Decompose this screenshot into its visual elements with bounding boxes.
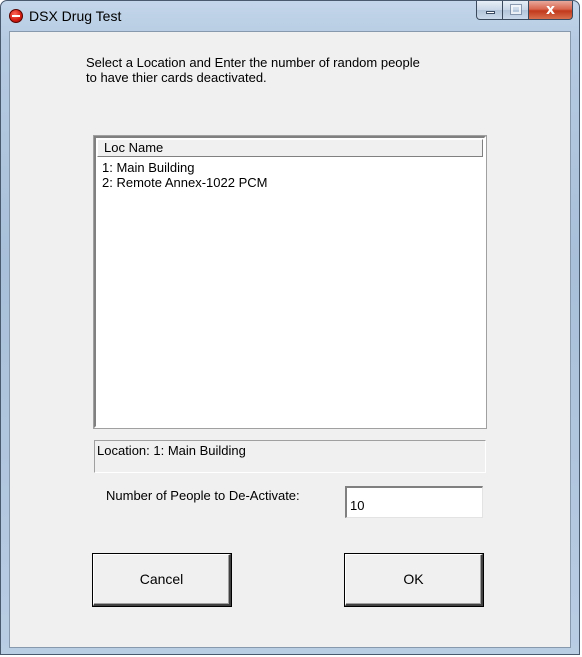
people-count-label: Number of People to De-Activate: bbox=[106, 488, 300, 503]
column-header-loc-name[interactable]: Loc Name bbox=[97, 139, 483, 157]
list-item[interactable]: 2: Remote Annex-1022 PCM bbox=[102, 175, 267, 190]
people-count-input[interactable] bbox=[345, 486, 483, 518]
stop-icon bbox=[9, 9, 23, 23]
location-list-items: 1: Main Building 2: Remote Annex-1022 PC… bbox=[102, 160, 267, 190]
list-item[interactable]: 1: Main Building bbox=[102, 160, 267, 175]
minimize-button[interactable] bbox=[476, 1, 503, 20]
ok-button[interactable]: OK bbox=[345, 554, 483, 606]
close-icon: x bbox=[545, 2, 556, 18]
caption-buttons: x bbox=[476, 1, 573, 21]
cancel-button[interactable]: Cancel bbox=[93, 554, 231, 606]
maximize-icon bbox=[510, 4, 522, 15]
window-title: DSX Drug Test bbox=[29, 8, 122, 24]
minimize-icon bbox=[486, 11, 495, 14]
close-button[interactable]: x bbox=[529, 1, 573, 20]
location-list[interactable]: Loc Name 1: Main Building 2: Remote Anne… bbox=[93, 135, 487, 429]
maximize-button[interactable] bbox=[503, 1, 529, 20]
title-bar[interactable]: DSX Drug Test x bbox=[1, 1, 579, 31]
instructions-text: Select a Location and Enter the number o… bbox=[86, 55, 420, 85]
selected-location-status: Location: 1: Main Building bbox=[94, 440, 486, 473]
